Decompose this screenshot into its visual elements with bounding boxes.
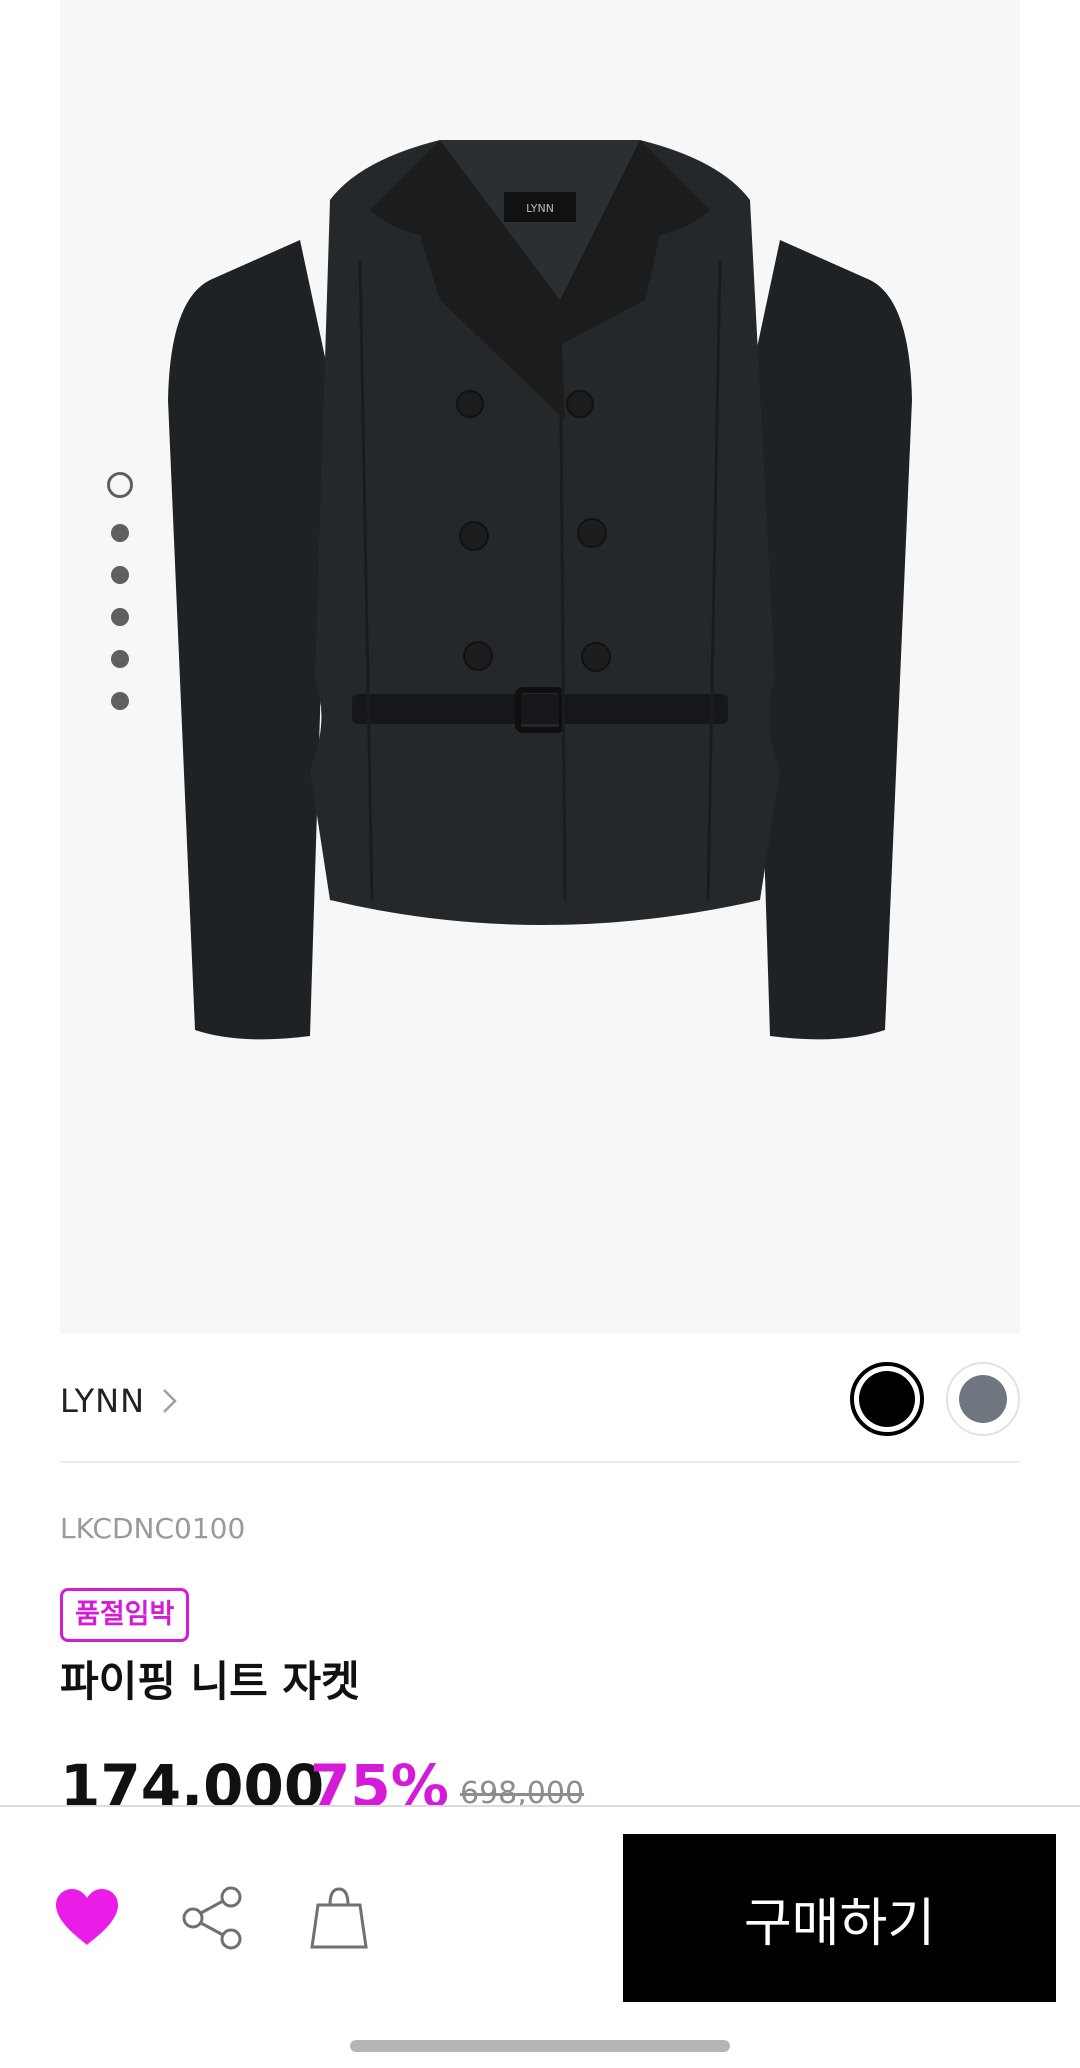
buy-button[interactable]: 구매하기 bbox=[623, 1834, 1056, 2002]
price-row: 174,000 75% 698,000 bbox=[60, 1752, 1020, 1808]
bottom-action-bar: 구매하기 bbox=[0, 1805, 1080, 2068]
pagination-dot[interactable] bbox=[111, 566, 129, 584]
heart-icon[interactable] bbox=[52, 1883, 122, 1953]
svg-text:LYNN: LYNN bbox=[526, 202, 554, 215]
status-badge: 품절임박 bbox=[60, 1588, 190, 1642]
brand-name: LYNN bbox=[60, 1382, 145, 1420]
product-image: LYNN bbox=[168, 140, 912, 1040]
product-name: 파이핑 니트 자켓 bbox=[60, 1657, 360, 1706]
divider bbox=[60, 1461, 1020, 1463]
home-indicator[interactable] bbox=[350, 2040, 730, 2052]
chevron-right-icon bbox=[163, 1389, 177, 1413]
pagination-dot[interactable] bbox=[111, 608, 129, 626]
original-price: 698,000 bbox=[460, 1776, 585, 1808]
share-icon[interactable] bbox=[178, 1883, 248, 1953]
brand-row: LYNN bbox=[60, 1362, 1020, 1462]
color-swatch-black[interactable] bbox=[850, 1362, 924, 1436]
pagination-dot[interactable] bbox=[111, 524, 129, 542]
pagination-dot[interactable] bbox=[111, 650, 129, 668]
discount-rate: 75% bbox=[310, 1752, 449, 1808]
color-swatch-gray[interactable] bbox=[946, 1362, 1020, 1436]
shopping-bag-icon[interactable] bbox=[304, 1883, 374, 1953]
pagination-dot[interactable] bbox=[111, 692, 129, 710]
product-gallery[interactable]: LYNN bbox=[60, 0, 1020, 1334]
brand-link[interactable]: LYNN bbox=[60, 1382, 181, 1420]
product-sku: LKCDNC0100 bbox=[60, 1512, 246, 1545]
pagination-dot-active[interactable] bbox=[107, 472, 133, 498]
sale-price: 174,000 bbox=[60, 1752, 325, 1808]
product-page: LYNN LYNN LKCDNC0100 품절임박 파이핑 니트 자켓 174,… bbox=[0, 0, 1080, 2068]
